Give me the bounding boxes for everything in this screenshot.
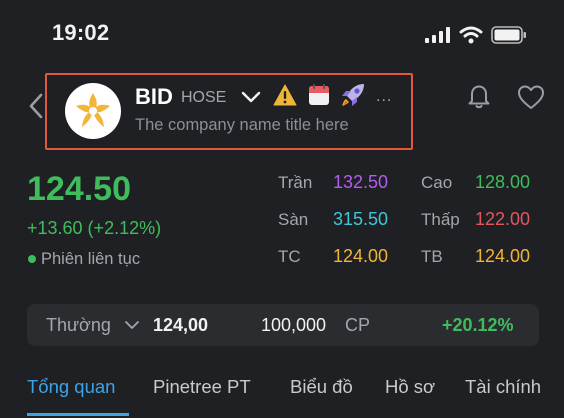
battery-icon [491, 26, 526, 44]
status-icons [425, 24, 527, 46]
stat-value-high: 128.00 [475, 172, 531, 192]
price-change: +13.60 (+2.12%) [27, 218, 162, 238]
back-icon[interactable] [26, 92, 46, 120]
order-unit: CP [345, 315, 371, 335]
stat-label-ceiling: Trần [278, 173, 313, 192]
tab-profile[interactable]: Hồ sơ [385, 376, 435, 398]
tab-overview[interactable]: Tổng quan [27, 376, 115, 398]
stat-label-average: TB [421, 247, 443, 266]
order-price: 124,00 [153, 315, 209, 335]
order-quantity: 100,000 [261, 315, 327, 335]
stat-label-low: Thấp [421, 210, 460, 229]
stat-value-ceiling: 132.50 [333, 172, 389, 192]
chevron-down-icon[interactable] [124, 318, 140, 332]
heart-icon[interactable] [516, 83, 546, 111]
bell-icon[interactable] [465, 82, 493, 110]
signal-icon [425, 27, 450, 43]
stat-label-reference: TC [278, 247, 301, 266]
tab-chart[interactable]: Biểu đồ [290, 376, 353, 398]
session-status: Phiên liên tục [41, 250, 141, 268]
last-price: 124.50 [27, 170, 131, 208]
stat-label-floor: Sàn [278, 210, 309, 229]
order-percent: +20.12% [442, 315, 514, 335]
session-status-dot [28, 255, 36, 263]
stat-value-reference: 124.00 [333, 246, 389, 266]
wifi-icon [459, 26, 483, 44]
order-type-select[interactable]: Thường [46, 315, 111, 336]
stat-value-floor: 315.50 [333, 209, 389, 229]
stat-label-high: Cao [421, 173, 453, 192]
stat-value-average: 124.00 [475, 246, 531, 266]
status-time: 19:02 [52, 20, 110, 45]
tab-pinetree-pt[interactable]: Pinetree PT [153, 376, 251, 398]
stat-value-low: 122.00 [475, 209, 531, 229]
highlight-box [45, 73, 413, 150]
tab-financials[interactable]: Tài chính [465, 376, 541, 398]
active-tab-indicator [27, 413, 129, 416]
